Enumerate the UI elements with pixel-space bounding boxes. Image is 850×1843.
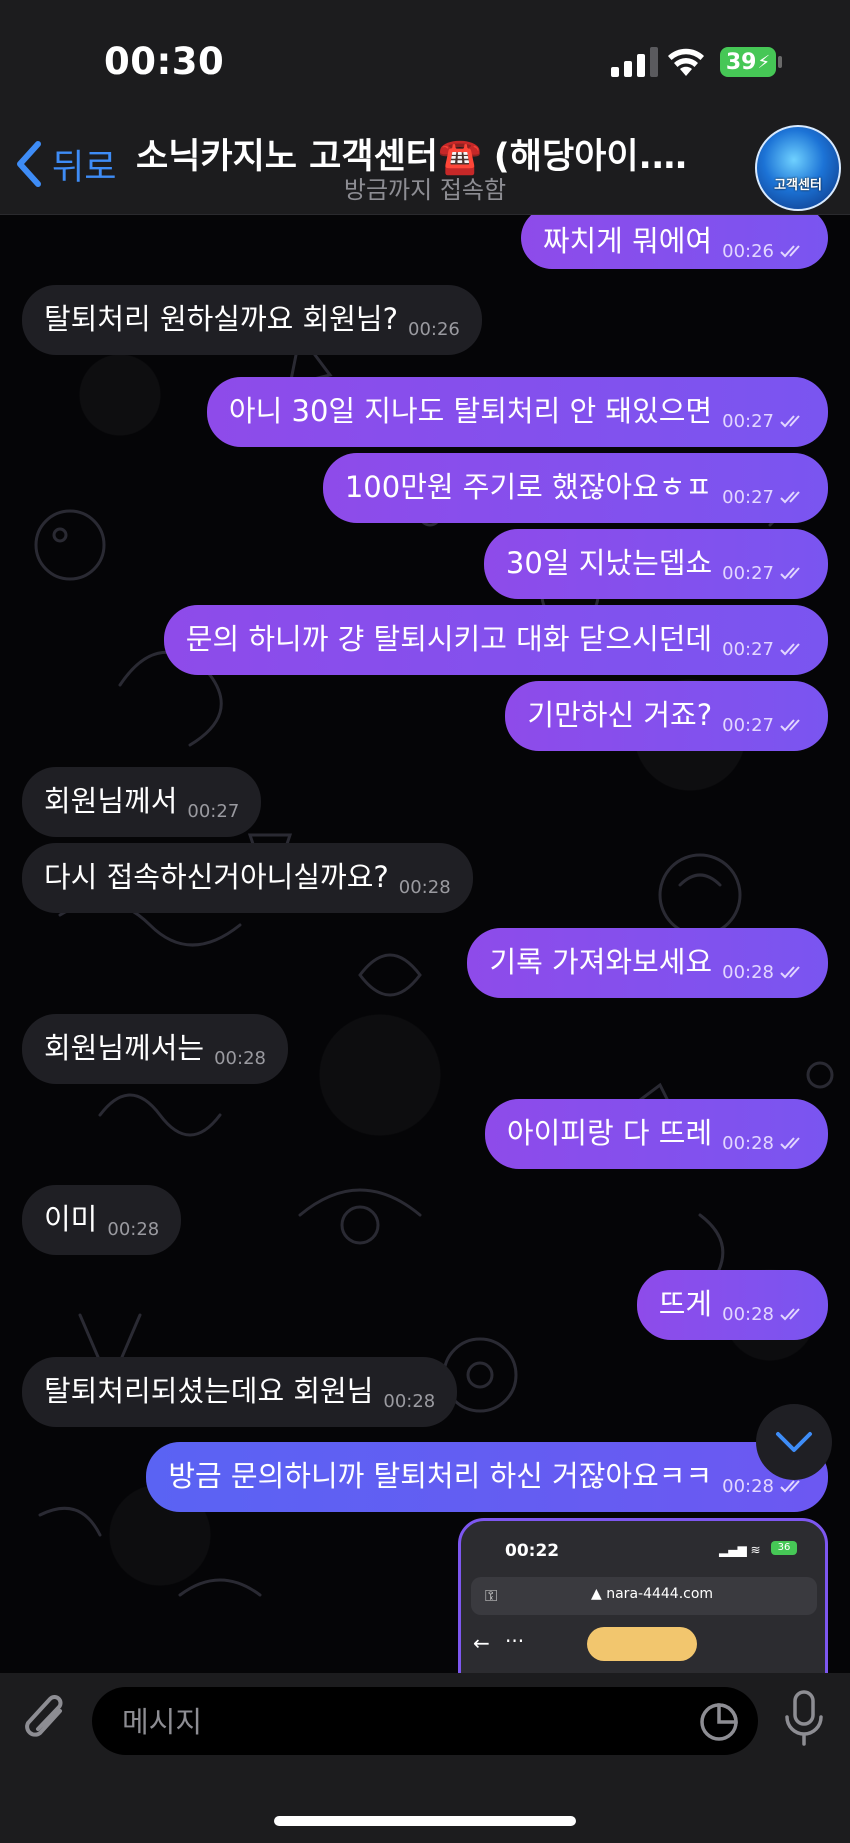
battery-indicator: 39 ⚡: [720, 47, 776, 77]
message-text: 방금 문의하니까 탈퇴처리 하신 거잖아요ㅋㅋ: [168, 1459, 713, 1493]
message-text: 30일 지났는뎁쇼: [505, 546, 713, 580]
status-bar: 00:30 39 ⚡: [0, 0, 850, 120]
message-time: 00:28: [722, 1476, 774, 1497]
read-receipt-icon: [780, 1308, 800, 1321]
message-bubble-incoming[interactable]: 회원님께서 00:27: [22, 767, 262, 837]
chevron-down-icon: [776, 1432, 812, 1452]
message-text: 기록 가져와보세요: [489, 945, 713, 979]
message-text: 뜨게: [658, 1287, 713, 1321]
message-text: 아이피랑 다 뜨레: [506, 1116, 713, 1150]
image-attachment[interactable]: 00:22 ▂▄▆ ≋ 36 ⚿ ▲ nara-4444.com ← ···: [458, 1518, 828, 1673]
message-time: 00:27: [722, 715, 774, 736]
attachment-time: 00:22: [505, 1541, 560, 1561]
message-bubble-incoming[interactable]: 이미 00:28: [22, 1185, 182, 1255]
battery-level: 39: [725, 49, 757, 75]
read-receipt-icon: [780, 1137, 800, 1150]
message-time: 00:28: [722, 962, 774, 983]
charging-bolt-icon: ⚡: [757, 51, 771, 73]
attachment-status-icons: ▂▄▆ ≋: [719, 1543, 761, 1557]
read-receipt-icon: [780, 1480, 800, 1493]
home-indicator[interactable]: [274, 1816, 576, 1826]
cellular-signal-icon: [611, 47, 658, 77]
message-bubble-outgoing[interactable]: 30일 지났는뎁쇼 00:27: [483, 529, 828, 599]
read-receipt-icon: [780, 245, 800, 258]
message-input[interactable]: [120, 1687, 684, 1757]
key-icon: ⚿: [485, 1586, 498, 1605]
message-text: 다시 접속하신거아니실까요?: [44, 860, 389, 894]
message-time: 00:28: [214, 1048, 266, 1069]
message-bubble-incoming[interactable]: 다시 접속하신거아니실까요? 00:28: [22, 843, 473, 913]
read-receipt-icon: [780, 643, 800, 656]
message-time: 00:27: [722, 563, 774, 584]
wifi-icon: [668, 48, 704, 76]
status-time: 00:30: [104, 40, 225, 83]
read-receipt-icon: [780, 415, 800, 428]
message-text: 기만하신 거죠?: [527, 698, 713, 732]
message-bubble-outgoing[interactable]: 100만원 주기로 했잖아요ㅎㅍ 00:27: [322, 453, 828, 523]
read-receipt-icon: [780, 966, 800, 979]
message-bubble-outgoing[interactable]: 기만하신 거죠? 00:27: [505, 681, 828, 751]
message-time: 00:27: [722, 487, 774, 508]
message-text: 문의 하니까 걍 탈퇴시키고 대화 닫으시던데: [185, 622, 713, 656]
warning-icon: ▲: [591, 1586, 602, 1602]
message-time: 00:28: [383, 1391, 436, 1412]
message-bubble-outgoing[interactable]: 기록 가져와보세요 00:28: [467, 928, 828, 998]
paperclip-icon[interactable]: [22, 1691, 72, 1749]
scroll-to-bottom-button[interactable]: [756, 1404, 832, 1480]
message-text: 회원님께서는: [44, 1031, 205, 1065]
battery-nub: [778, 56, 782, 68]
message-time: 00:28: [722, 1133, 774, 1154]
sticker-icon[interactable]: [698, 1701, 740, 1743]
attachment-url-text: nara-4444.com: [606, 1586, 714, 1602]
message-bubble-incoming[interactable]: 회원님께서는 00:28: [22, 1014, 288, 1084]
message-field: [92, 1687, 758, 1757]
chat-header: 뒤로 소닉카지노 고객센터☎️ (해당아이... 🦔 방금까지 접속함 고객센터: [0, 120, 850, 215]
message-text: 회원님께서: [44, 784, 178, 818]
message-text: 아니 30일 지나도 탈퇴처리 안 돼있으면: [228, 394, 713, 428]
message-time: 00:27: [722, 639, 774, 660]
message-time: 00:28: [722, 1304, 774, 1325]
attachment-url-bar: ⚿ ▲ nara-4444.com: [471, 1577, 817, 1615]
message-text: 100만원 주기로 했잖아요ㅎㅍ: [344, 470, 713, 504]
arrow-left-icon: ←: [473, 1631, 490, 1655]
more-icon: ···: [505, 1629, 525, 1653]
message-text: 짜치게 뭐에여: [542, 224, 713, 258]
message-time: 00:26: [408, 319, 460, 340]
attachment-button: [587, 1627, 697, 1661]
message-list[interactable]: 짜치게 뭐에여 00:26 탈퇴처리 원하실까요 회원님? 00:26 아니 30일…: [0, 215, 850, 1673]
message-bubble-outgoing[interactable]: 아니 30일 지나도 탈퇴처리 안 돼있으면 00:27: [206, 377, 828, 447]
message-time: 00:28: [107, 1219, 160, 1240]
message-time: 00:27: [187, 801, 240, 822]
avatar[interactable]: 고객센터: [755, 125, 841, 211]
message-time: 00:27: [722, 411, 774, 432]
attachment-url: ▲ nara-4444.com: [591, 1586, 713, 1602]
message-bubble-outgoing[interactable]: 짜치게 뭐에여 00:26: [520, 215, 828, 269]
message-time: 00:26: [722, 241, 774, 262]
message-text: 이미: [44, 1202, 98, 1236]
message-text: 탈퇴처리되셨는데요 회원님: [44, 1374, 374, 1408]
message-bubble-outgoing[interactable]: 방금 문의하니까 탈퇴처리 하신 거잖아요ㅋㅋ 00:28: [146, 1442, 828, 1512]
avatar-label: 고객센터: [774, 177, 822, 193]
microphone-icon[interactable]: [782, 1689, 826, 1747]
read-receipt-icon: [780, 491, 800, 504]
message-text: 탈퇴처리 원하실까요 회원님?: [44, 302, 398, 336]
message-composer: [0, 1673, 850, 1843]
read-receipt-icon: [780, 719, 800, 732]
attachment-battery: 36: [771, 1541, 797, 1555]
message-bubble-incoming[interactable]: 탈퇴처리 원하실까요 회원님? 00:26: [22, 285, 482, 355]
message-bubble-outgoing[interactable]: 뜨게 00:28: [636, 1270, 828, 1340]
message-time: 00:28: [398, 877, 451, 898]
message-bubble-outgoing[interactable]: 문의 하니까 걍 탈퇴시키고 대화 닫으시던데 00:27: [163, 605, 828, 675]
message-bubble-outgoing[interactable]: 아이피랑 다 뜨레 00:28: [484, 1099, 828, 1169]
message-bubble-incoming[interactable]: 탈퇴처리되셨는데요 회원님 00:28: [22, 1357, 458, 1427]
last-seen-status: 방금까지 접속함: [343, 176, 507, 204]
read-receipt-icon: [780, 567, 800, 580]
